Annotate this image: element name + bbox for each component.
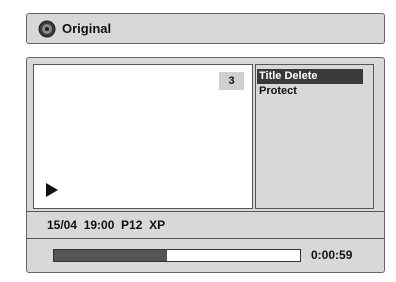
recording-info: 15/04 19:00 P12 XP	[47, 218, 166, 232]
progress-fill	[54, 250, 168, 261]
chapter-number-badge: 3	[219, 72, 244, 90]
page-title: Original	[62, 21, 112, 36]
disc-icon	[38, 20, 56, 38]
menu-item-title-delete[interactable]: Title Delete	[257, 69, 363, 84]
play-icon	[44, 182, 60, 198]
elapsed-time: 0:00:59	[311, 248, 353, 262]
title-bar: Original	[26, 13, 385, 44]
progress-bar	[53, 249, 301, 262]
menu-item-protect[interactable]: Protect	[257, 84, 363, 99]
